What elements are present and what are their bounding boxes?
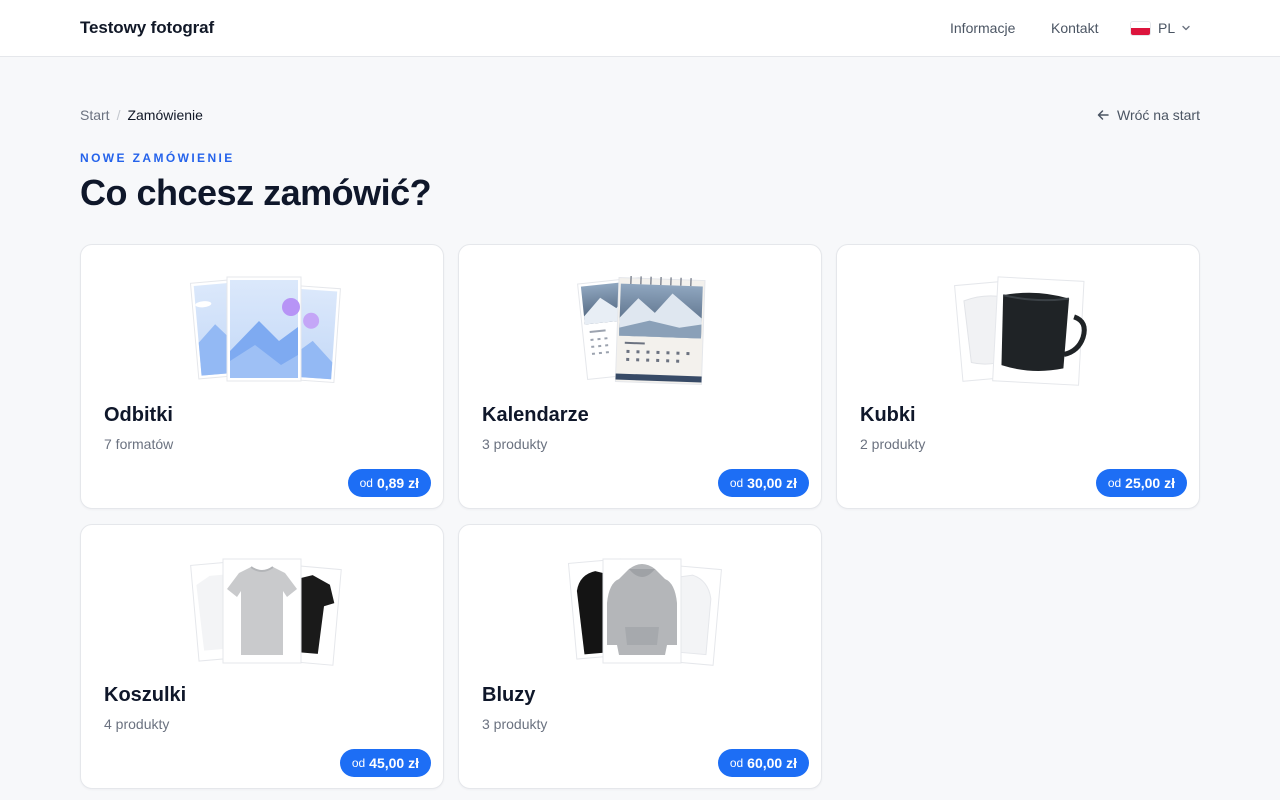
product-count: 4 produkty bbox=[104, 716, 170, 732]
price-prefix: od bbox=[729, 756, 744, 770]
breadcrumb-separator: / bbox=[116, 107, 121, 123]
price-prefix: od bbox=[1107, 476, 1122, 490]
nav-link-informacje[interactable]: Informacje bbox=[950, 20, 1015, 36]
product-count: 7 formatów bbox=[104, 436, 174, 452]
mug-icon bbox=[837, 269, 1201, 389]
product-title: Kalendarze bbox=[482, 404, 589, 426]
arrow-left-icon bbox=[1097, 110, 1109, 120]
price-badge: od 60,00 zł bbox=[717, 749, 809, 777]
price-badge: od 45,00 zł bbox=[339, 749, 431, 777]
product-title: Odbitki bbox=[104, 404, 173, 426]
breadcrumb-current: Zamówienie bbox=[127, 107, 203, 123]
product-card-kalendarze[interactable]: Kalendarze 3 produkty od 30,00 zł bbox=[458, 244, 822, 509]
language-selector[interactable]: PL bbox=[1130, 18, 1191, 38]
back-to-start-label: Wróć na start bbox=[1117, 107, 1200, 123]
product-title: Bluzy bbox=[482, 684, 536, 706]
price-prefix: od bbox=[729, 476, 744, 490]
price-prefix: od bbox=[359, 476, 373, 490]
price-amount: 30,00 zł bbox=[747, 475, 797, 491]
top-bar: Testowy fotograf Informacje Kontakt PL bbox=[0, 0, 1280, 57]
tshirt-icon bbox=[81, 549, 445, 669]
price-badge: od 30,00 zł bbox=[717, 469, 809, 497]
price-amount: 0,89 zł bbox=[376, 475, 419, 491]
product-title: Kubki bbox=[860, 404, 916, 426]
price-badge: od 0,89 zł bbox=[347, 469, 431, 497]
poland-flag-icon bbox=[1130, 20, 1151, 36]
calendar-icon bbox=[459, 269, 823, 389]
product-count: 3 produkty bbox=[482, 716, 548, 732]
product-title: Koszulki bbox=[104, 684, 187, 706]
product-count: 3 produkty bbox=[482, 436, 548, 452]
breadcrumb-start-link[interactable]: Start bbox=[80, 107, 110, 123]
chevron-down-icon bbox=[1181, 23, 1191, 33]
back-to-start-link[interactable]: Wróć na start bbox=[1096, 107, 1200, 123]
hoodie-icon bbox=[459, 549, 823, 669]
product-card-bluzy[interactable]: Bluzy 3 produkty od 60,00 zł bbox=[458, 524, 822, 789]
product-card-koszulki[interactable]: Koszulki 4 produkty od 45,00 zł bbox=[80, 524, 444, 789]
page-title: Co chcesz zamówić? bbox=[80, 172, 432, 213]
section-eyebrow: NOWE ZAMÓWIENIE bbox=[80, 151, 235, 165]
price-amount: 60,00 zł bbox=[747, 755, 797, 771]
price-badge: od 25,00 zł bbox=[1095, 469, 1187, 497]
price-amount: 25,00 zł bbox=[1125, 475, 1175, 491]
price-prefix: od bbox=[351, 756, 366, 770]
price-amount: 45,00 zł bbox=[369, 755, 419, 771]
nav-link-kontakt[interactable]: Kontakt bbox=[1051, 20, 1098, 36]
language-code: PL bbox=[1158, 20, 1176, 36]
product-count: 2 produkty bbox=[860, 436, 926, 452]
product-card-kubki[interactable]: Kubki 2 produkty od 25,00 zł bbox=[836, 244, 1200, 509]
photo-prints-icon bbox=[81, 269, 445, 389]
breadcrumb: Start / Zamówienie bbox=[80, 107, 203, 123]
brand-name[interactable]: Testowy fotograf bbox=[80, 18, 214, 38]
product-card-odbitki[interactable]: Odbitki 7 formatów od 0,89 zł bbox=[80, 244, 444, 509]
